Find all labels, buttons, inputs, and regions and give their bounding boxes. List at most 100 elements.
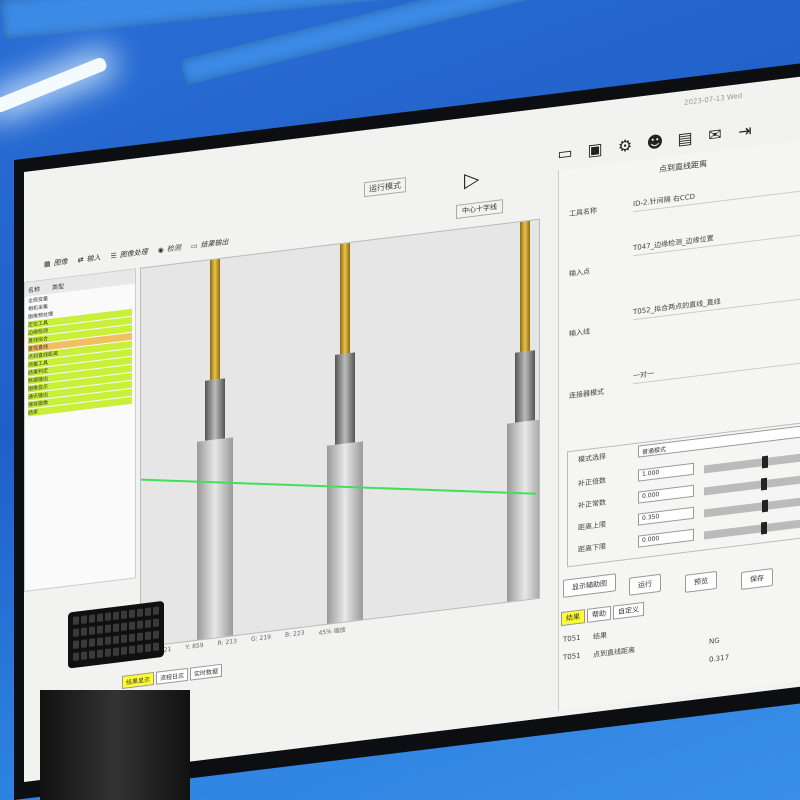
key <box>121 610 127 620</box>
key <box>105 612 111 622</box>
slider-handle[interactable] <box>762 499 769 513</box>
param-spinbox[interactable]: 1.000 <box>638 462 694 482</box>
param-slider[interactable] <box>704 496 800 518</box>
key <box>73 640 79 649</box>
key <box>105 648 111 658</box>
pin-center <box>327 242 363 626</box>
chat-icon[interactable]: ✉ <box>704 122 726 147</box>
tab-realtime-data[interactable]: 实时数据 <box>190 663 223 681</box>
result-name: 结果 <box>593 631 607 642</box>
gear-icon[interactable]: ⚙ <box>614 133 636 158</box>
save-button[interactable]: 保存 <box>741 568 773 590</box>
status-zoom: 45% 缩放 <box>318 626 346 637</box>
key <box>153 630 159 640</box>
toolbar-item[interactable]: ☰ 图像处理 <box>111 247 148 262</box>
key <box>73 628 79 637</box>
slider-handle[interactable] <box>762 455 769 469</box>
param-label: 补正常数 <box>578 498 606 510</box>
key <box>73 616 79 625</box>
key <box>145 631 151 641</box>
key <box>97 625 103 635</box>
io-icon[interactable]: ▣ <box>584 137 606 162</box>
key <box>113 647 119 657</box>
param-label: 距离上限 <box>578 520 606 532</box>
image-icon: ▦ <box>44 259 51 269</box>
mode-select-label: 模式选择 <box>578 452 606 464</box>
preview-button[interactable]: 预览 <box>685 570 717 593</box>
tab-result-display[interactable]: 结果显示 <box>122 672 155 689</box>
photo-scene: 2023-07-13 Wed ▭ ▣ ⚙ ☻ ▤ ✉ ⇥ 运行模式 ▷ ▦ 图像 … <box>0 0 800 800</box>
toolbar-label: 图像处理 <box>119 247 148 260</box>
input-line-field[interactable]: T052_拟合两点的直线_直线 <box>633 285 800 321</box>
param-spinbox[interactable]: 0.000 <box>638 528 694 548</box>
toolbar-label: 输入 <box>86 253 101 264</box>
key <box>129 645 135 655</box>
field-label: 输入线 <box>569 327 590 339</box>
tree-rows: 全局变量 相机采集 图像预处理 定位工具 边缘检测 直线拟合 查找直线 点到直线距离 测量工具结… <box>25 284 135 417</box>
key <box>105 624 111 634</box>
key <box>105 636 111 646</box>
key <box>113 623 119 633</box>
tab-custom[interactable]: 自定义 <box>613 601 644 620</box>
result-value: 0.317 <box>709 653 730 664</box>
connector-mode-field[interactable]: 一对一 <box>633 349 800 385</box>
key <box>89 638 95 648</box>
key <box>97 649 103 659</box>
param-slider[interactable] <box>704 518 800 540</box>
field-label: 工具名称 <box>569 206 597 219</box>
key <box>89 614 95 624</box>
input-point-field[interactable]: T047_边缘检测_边缘位置 <box>633 221 800 257</box>
show-aux-button[interactable]: 显示辅助图 <box>563 573 616 598</box>
result-name: 点到直线距离 <box>593 645 635 660</box>
param-slider[interactable] <box>704 452 800 474</box>
play-icon[interactable]: ▷ <box>464 166 479 192</box>
mode-select[interactable]: 普通模式 <box>638 424 800 458</box>
toolbar-label: 图像 <box>53 257 68 268</box>
toolbar-label: 检测 <box>166 243 181 254</box>
pin-right <box>507 220 540 604</box>
toolbar-item[interactable]: ▭ 结果输出 <box>191 237 229 252</box>
result-status: NG <box>709 636 720 646</box>
key <box>137 620 143 630</box>
image-view[interactable] <box>140 218 540 648</box>
param-spinbox[interactable]: 0.000 <box>638 484 694 504</box>
field-label: 连接器模式 <box>569 387 604 401</box>
monitor-screen: 2023-07-13 Wed ▭ ▣ ⚙ ☻ ▤ ✉ ⇥ 运行模式 ▷ ▦ 图像 … <box>24 75 800 783</box>
key <box>73 652 79 661</box>
key <box>113 635 119 645</box>
tab-result[interactable]: 结果 <box>561 609 585 627</box>
status-y: Y: 859 <box>185 641 204 652</box>
pin-left <box>197 258 233 642</box>
key <box>137 632 143 642</box>
exit-icon[interactable]: ⇥ <box>734 118 756 143</box>
key <box>97 613 103 623</box>
toolbar-item[interactable]: ◉ 检测 <box>158 243 181 256</box>
param-slider[interactable] <box>704 474 800 496</box>
toolbar-item[interactable]: ▦ 图像 <box>44 257 68 270</box>
panel-title: 点到直线距离 <box>659 159 707 175</box>
slider-handle[interactable] <box>761 477 768 491</box>
tab-flow-log[interactable]: 流程日志 <box>156 667 189 685</box>
key <box>129 633 135 643</box>
result-tabs: 结果 帮助 自定义 <box>561 601 644 627</box>
monitor-icon[interactable]: ▭ <box>554 140 576 165</box>
field-label: 输入点 <box>569 267 590 279</box>
user-icon[interactable]: ☻ <box>644 129 666 154</box>
param-spinbox[interactable]: 0.350 <box>638 506 694 526</box>
notepad-icon[interactable]: ▤ <box>674 125 696 150</box>
run-button[interactable]: 运行 <box>629 573 661 596</box>
mode-label[interactable]: 运行模式 <box>364 177 406 198</box>
camera-stand <box>40 690 190 800</box>
bottom-tabs: 结果显示 流程日志 实时数据 <box>122 663 223 689</box>
tab-help[interactable]: 帮助 <box>587 605 611 623</box>
toolbar-item[interactable]: ⇄ 输入 <box>78 253 101 266</box>
tool-name-field[interactable]: ID-2.针间隔 右CCD <box>633 177 800 213</box>
key <box>89 650 95 660</box>
column-header: 类型 <box>52 283 65 292</box>
key <box>153 642 159 652</box>
key <box>81 615 87 625</box>
camera-icon: ◉ <box>157 245 164 255</box>
key <box>81 627 87 637</box>
status-b: B: 223 <box>284 629 305 639</box>
slider-handle[interactable] <box>761 521 768 535</box>
